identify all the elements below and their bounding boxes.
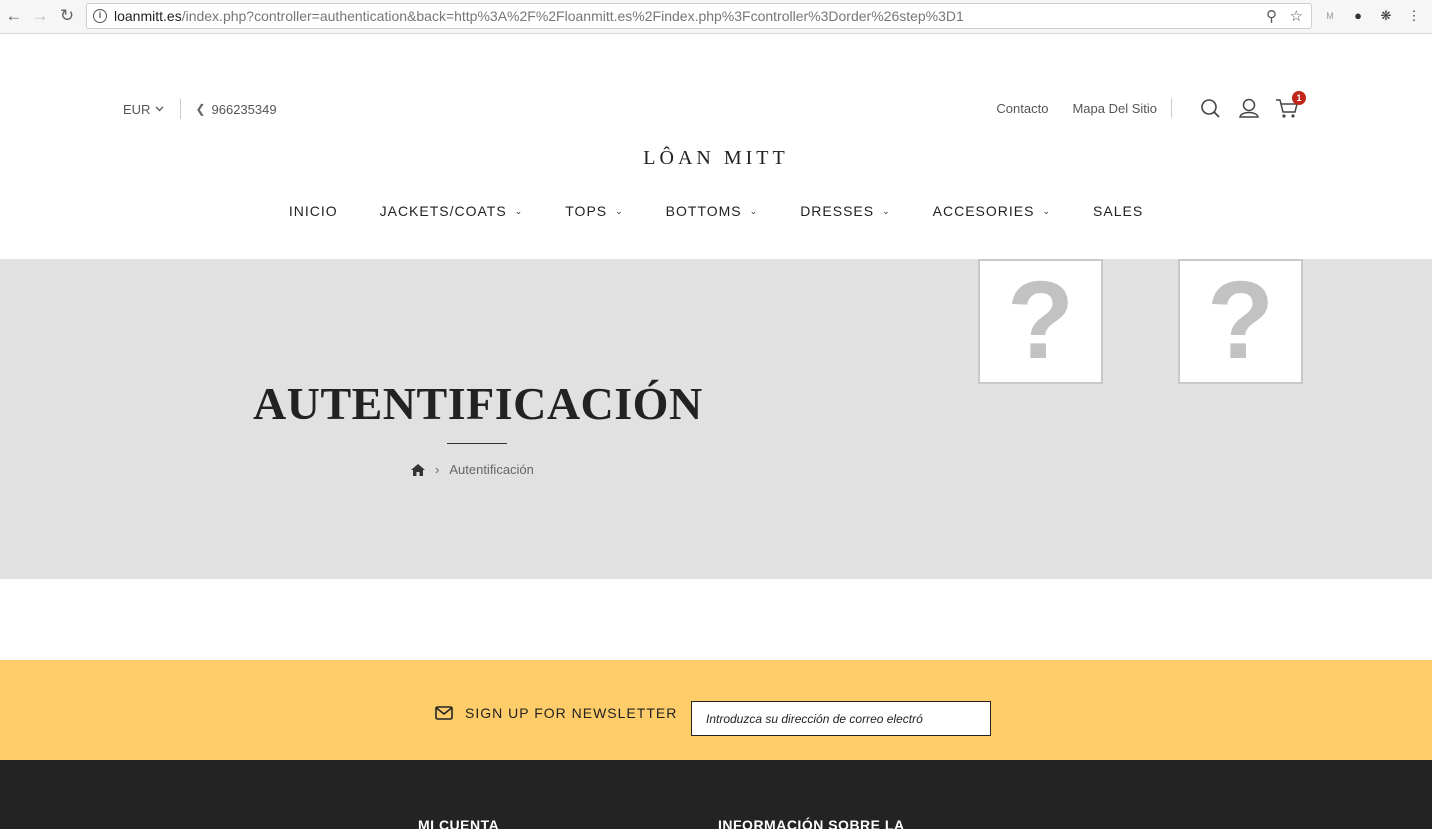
newsletter-title: SIGN UP FOR NEWSLETTER	[465, 705, 678, 721]
home-icon[interactable]	[411, 463, 425, 476]
chevron-down-icon	[155, 106, 164, 112]
main-navigation: INICIO JACKETS/COATS ⌄ TOPS ⌄ BOTTOMS ⌄ DRE…	[0, 203, 1432, 219]
menu-icon[interactable]: ⋮	[1405, 7, 1423, 25]
newsletter-section: SIGN UP FOR NEWSLETTER	[0, 660, 1432, 760]
currency-selector[interactable]: EUR	[123, 102, 164, 117]
phone-icon: ❮	[195, 102, 206, 116]
search-icon[interactable]	[1198, 95, 1224, 121]
nav-label: SALES	[1093, 203, 1144, 219]
currency-label: EUR	[123, 101, 151, 117]
site-logo[interactable]: LÔAN MITT	[0, 147, 1432, 170]
contact-link[interactable]: Contacto	[996, 101, 1048, 116]
missing-image-icon: ?	[978, 259, 1103, 384]
chevron-down-icon: ⌄	[615, 205, 624, 216]
nav-item-tops[interactable]: TOPS ⌄	[544, 203, 644, 219]
phone: ❮ 966235349	[195, 102, 276, 117]
breadcrumb: › Autentificación	[411, 462, 534, 477]
nav-label: DRESSES	[800, 203, 875, 219]
chevron-down-icon: ⌄	[514, 205, 524, 216]
nav-label: JACKETS/COATS	[379, 203, 507, 219]
nav-item-dresses[interactable]: DRESSES ⌄	[779, 203, 911, 219]
url-path: /index.php?controller=authentication&bac…	[181, 8, 964, 24]
info-icon[interactable]: i	[93, 9, 107, 23]
nav-item-inicio[interactable]: INICIO	[268, 203, 359, 219]
nav-item-bottoms[interactable]: BOTTOMS ⌄	[645, 203, 780, 219]
header-left: EUR ❮ 966235349	[123, 99, 277, 119]
nav-label: BOTTOMS	[665, 203, 742, 219]
nav-item-accesories[interactable]: ACCESORIES ⌄	[912, 203, 1072, 219]
nav-label: ACCESORIES	[932, 203, 1035, 219]
sitemap-link[interactable]: Mapa Del Sitio	[1072, 101, 1157, 116]
nav-item-jackets-coats[interactable]: JACKETS/COATS ⌄	[359, 203, 545, 219]
extension-icon[interactable]: ❋	[1377, 7, 1395, 25]
chevron-down-icon: ⌄	[882, 205, 891, 216]
cart-icon[interactable]: 1	[1274, 91, 1306, 121]
phone-number: 966235349	[211, 101, 277, 117]
back-icon[interactable]: ←	[4, 6, 24, 26]
page-title: AUTENTIFICACIÓN	[253, 378, 703, 429]
forward-icon[interactable]: →	[30, 6, 50, 26]
newsletter-label: SIGN UP FOR NEWSLETTER	[435, 705, 677, 721]
cart-count-badge: 1	[1292, 91, 1306, 105]
footer-heading-info: INFORMACIÓN SOBRE LA	[718, 817, 905, 829]
chevron-down-icon: ⌄	[749, 205, 759, 216]
chevron-right-icon: ›	[435, 462, 440, 477]
nav-label: INICIO	[288, 203, 338, 219]
missing-image-icon: ?	[1178, 259, 1303, 384]
address-bar[interactable]: i loanmitt.es/index.php?controller=authe…	[86, 3, 1312, 29]
chevron-down-icon: ⌄	[1042, 205, 1052, 216]
user-icon[interactable]	[1236, 95, 1262, 121]
star-icon[interactable]: ☆	[1290, 7, 1303, 25]
header-right: Contacto Mapa Del Sitio 1	[972, 91, 1306, 121]
browser-toolbar: ← → ↻ i loanmitt.es/index.php?controller…	[0, 0, 1432, 34]
newsletter-email-input[interactable]	[691, 701, 991, 736]
url-host: loanmitt.es	[114, 8, 182, 24]
breadcrumb-current: Autentificación	[449, 462, 534, 477]
url-text[interactable]: loanmitt.es/index.php?controller=authent…	[114, 8, 964, 24]
key-icon[interactable]: ⚲	[1266, 7, 1277, 25]
reload-icon[interactable]: ↻	[57, 6, 77, 26]
divider	[180, 99, 182, 119]
nav-item-sales[interactable]: SALES	[1072, 203, 1164, 219]
extension-icon[interactable]: ●	[1349, 7, 1367, 25]
footer: MI CUENTA INFORMACIÓN SOBRE LA	[0, 760, 1432, 829]
page-banner: ? ? AUTENTIFICACIÓN › Autentificación	[0, 259, 1432, 579]
nav-label: TOPS	[565, 203, 608, 219]
title-underline	[447, 443, 507, 444]
footer-heading-account: MI CUENTA	[418, 817, 500, 829]
extension-icon[interactable]: M	[1321, 7, 1339, 25]
mail-icon	[435, 706, 453, 720]
divider	[1171, 98, 1172, 118]
